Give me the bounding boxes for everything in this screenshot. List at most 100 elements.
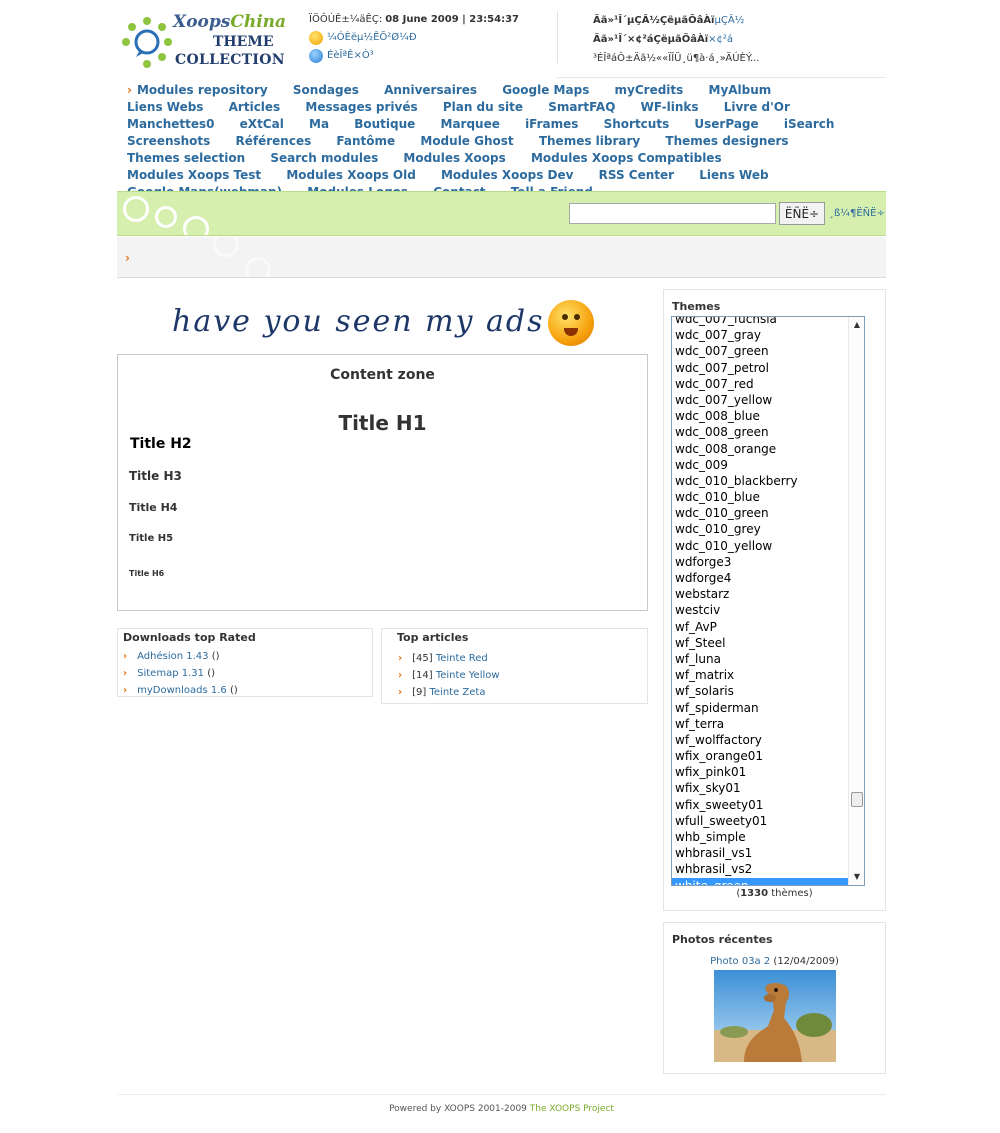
theme-option[interactable]: wf_luna (672, 651, 849, 667)
theme-option[interactable]: wf_spiderman (672, 700, 849, 716)
theme-option[interactable]: wfix_sky01 (672, 780, 849, 796)
menu-item[interactable]: Fantôme (336, 134, 395, 148)
title-h2: Title H2 (130, 436, 192, 452)
login-link[interactable]: µÇÂ½ (714, 15, 744, 26)
menu-item[interactable]: Articles (229, 100, 281, 114)
theme-option[interactable]: wdc_007_gray (672, 327, 849, 343)
bookmark-row[interactable]: ¼ÓÈëµ½ÊÕ²Ø¼Ð (309, 29, 557, 47)
theme-option[interactable]: wdc_008_blue (672, 408, 849, 424)
theme-option[interactable]: wdc_008_green (672, 424, 849, 440)
menu-item[interactable]: Livre d'Or (724, 100, 790, 114)
theme-option[interactable]: wf_AvP (672, 619, 849, 635)
menu-item[interactable]: eXtCal (240, 117, 284, 131)
menu-item[interactable]: Modules Xoops Dev (441, 168, 573, 182)
homepage-row[interactable]: ÉèÎªÊ×Ò³ (309, 47, 557, 65)
theme-option[interactable]: wf_matrix (672, 667, 849, 683)
menu-item[interactable]: Plan du site (443, 100, 523, 114)
menu-item[interactable]: Sondages (293, 83, 359, 97)
ads-banner[interactable]: have you seen my ads ? (172, 296, 612, 350)
theme-option[interactable]: wfix_pink01 (672, 764, 849, 780)
set-homepage-link[interactable]: ÉèÎªÊ×Ò³ (327, 47, 374, 65)
theme-option[interactable]: wfull_sweety01 (672, 813, 849, 829)
article-link[interactable]: Teinte Yellow (436, 670, 500, 681)
menu-item[interactable]: Anniversaires (384, 83, 477, 97)
menu-item[interactable]: Google Maps (502, 83, 589, 97)
download-link[interactable]: myDownloads 1.6 (137, 685, 227, 696)
register-link[interactable]: ×¢²á (708, 34, 733, 45)
menu-item[interactable]: RSS Center (599, 168, 674, 182)
menu-item[interactable]: Liens Web (699, 168, 768, 182)
site-logo[interactable]: XoopsChina THEME COLLECTION (121, 10, 286, 70)
scroll-up-icon[interactable]: ▲ (849, 317, 864, 333)
theme-option[interactable]: wf_wolffactory (672, 732, 849, 748)
theme-option[interactable]: wdc_007_red (672, 376, 849, 392)
theme-option[interactable]: wdforge3 (672, 554, 849, 570)
search-input[interactable] (569, 203, 776, 224)
theme-option[interactable]: whbrasil_vs2 (672, 861, 849, 877)
theme-option[interactable]: wdc_007_fuchsia (672, 317, 849, 327)
menu-item[interactable]: Modules Xoops Test (127, 168, 261, 182)
menu-item[interactable]: Ma (309, 117, 329, 131)
menu-item[interactable]: iFrames (525, 117, 578, 131)
scrollbar-thumb[interactable] (851, 792, 863, 807)
photo-link[interactable]: Photo 03a 2 (710, 956, 770, 967)
theme-option[interactable]: westciv (672, 602, 849, 618)
theme-option[interactable]: whbrasil_vs1 (672, 845, 849, 861)
menu-item[interactable]: Liens Webs (127, 100, 203, 114)
menu-item[interactable]: SmartFAQ (548, 100, 615, 114)
bookmark-link[interactable]: ¼ÓÈëµ½ÊÕ²Ø¼Ð (327, 29, 417, 47)
download-link[interactable]: Adhésion 1.43 (137, 651, 208, 662)
menu-item[interactable]: Search modules (270, 151, 378, 165)
menu-item[interactable]: Boutique (354, 117, 415, 131)
theme-option[interactable]: wdc_010_blue (672, 489, 849, 505)
menu-item[interactable]: Marquee (441, 117, 500, 131)
menu-item[interactable]: Themes library (539, 134, 640, 148)
menu-item[interactable]: Themes selection (127, 151, 245, 165)
scrollbar[interactable]: ▲ ▼ (848, 317, 864, 885)
menu-item[interactable]: WF-links (641, 100, 699, 114)
theme-option[interactable]: wdforge4 (672, 570, 849, 586)
menu-item[interactable]: Manchettes0 (127, 117, 214, 131)
theme-option[interactable]: wfix_sweety01 (672, 797, 849, 813)
scroll-down-icon[interactable]: ▼ (849, 869, 864, 885)
theme-option[interactable]: wf_terra (672, 716, 849, 732)
menu-item[interactable]: Modules Xoops Old (286, 168, 415, 182)
theme-option[interactable]: wdc_010_green (672, 505, 849, 521)
download-link[interactable]: Sitemap 1.31 (137, 668, 204, 679)
theme-option[interactable]: wdc_007_green (672, 343, 849, 359)
menu-item[interactable]: Modules Xoops (403, 151, 505, 165)
search-button[interactable]: ËÑË÷ (779, 202, 825, 225)
theme-option[interactable]: wdc_008_orange (672, 441, 849, 457)
menu-item[interactable]: Messages privés (305, 100, 417, 114)
theme-option[interactable]: wdc_009 (672, 457, 849, 473)
theme-option[interactable]: webstarz (672, 586, 849, 602)
article-link[interactable]: Teinte Red (436, 653, 488, 664)
theme-option[interactable]: wf_Steel (672, 635, 849, 651)
menu-item[interactable]: Screenshots (127, 134, 210, 148)
menu-item[interactable]: Références (236, 134, 312, 148)
menu-item[interactable]: Themes designers (665, 134, 788, 148)
menu-item[interactable]: MyAlbum (709, 83, 772, 97)
camel-photo[interactable] (714, 970, 836, 1062)
theme-option[interactable]: wdc_010_yellow (672, 538, 849, 554)
theme-option[interactable]: wfix_orange01 (672, 748, 849, 764)
menu-item[interactable]: UserPage (694, 117, 758, 131)
theme-option[interactable]: wdc_007_petrol (672, 360, 849, 376)
theme-option[interactable]: white_green (672, 877, 849, 885)
list-item: › myDownloads 1.6 () (123, 685, 238, 696)
menu-item[interactable]: myCredits (615, 83, 684, 97)
menu-item[interactable]: Modules repository (137, 83, 268, 97)
xoops-project-link[interactable]: The XOOPS Project (530, 1104, 614, 1114)
advanced-search-link[interactable]: ¸ß¼¶ËÑË÷ (829, 208, 885, 219)
theme-option[interactable]: wdc_007_yellow (672, 392, 849, 408)
theme-select-list[interactable]: wdc_007_fuchsia wdc_007_gray wdc_007_green… (671, 316, 865, 886)
theme-option[interactable]: whb_simple (672, 829, 849, 845)
article-link[interactable]: Teinte Zeta (429, 687, 485, 698)
theme-option[interactable]: wdc_010_blackberry (672, 473, 849, 489)
menu-item[interactable]: Modules Xoops Compatibles (531, 151, 722, 165)
theme-option[interactable]: wdc_010_grey (672, 521, 849, 537)
menu-item[interactable]: Shortcuts (604, 117, 670, 131)
menu-item[interactable]: Module Ghost (420, 134, 513, 148)
menu-item[interactable]: iSearch (784, 117, 835, 131)
theme-option[interactable]: wf_solaris (672, 683, 849, 699)
